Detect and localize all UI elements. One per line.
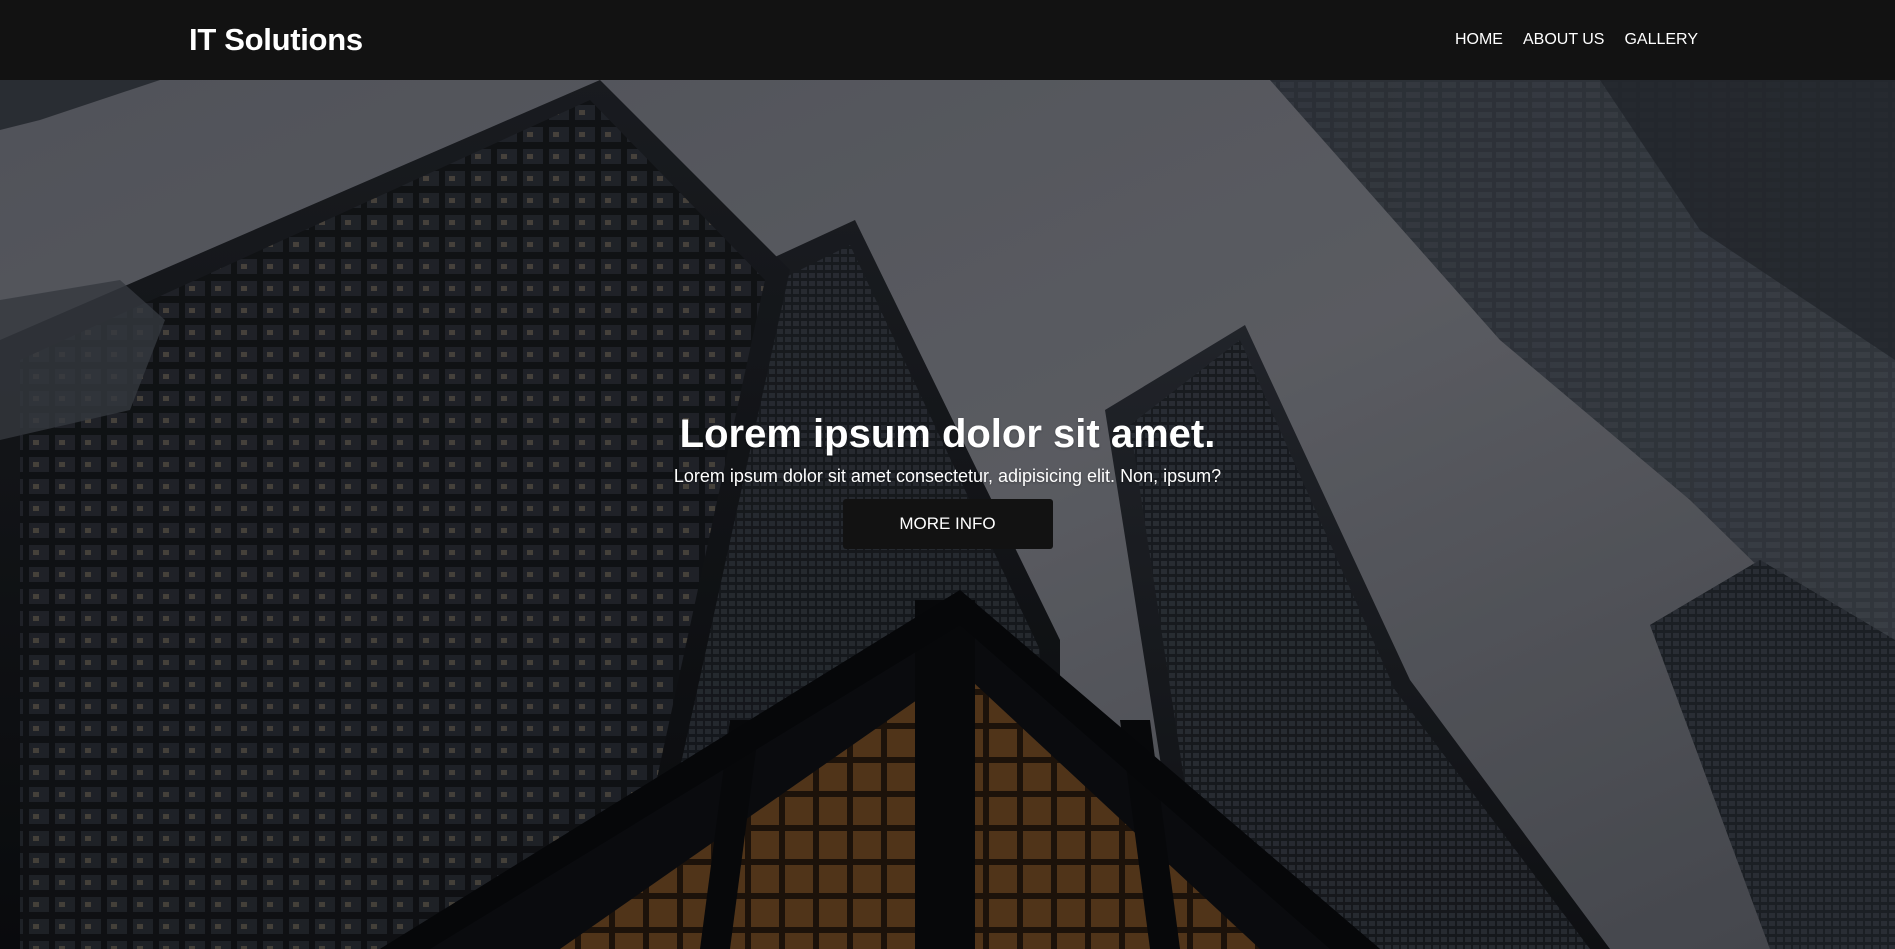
site-header: IT Solutions HOME ABOUT US GALLERY (0, 0, 1895, 80)
hero-content: Lorem ipsum dolor sit amet. Lorem ipsum … (0, 410, 1895, 549)
hero-title: Lorem ipsum dolor sit amet. (679, 412, 1216, 456)
site-brand[interactable]: IT Solutions (189, 22, 363, 58)
more-info-button[interactable]: MORE INFO (842, 498, 1053, 549)
nav-link-gallery[interactable]: GALLERY (1624, 31, 1698, 49)
nav-link-about-us[interactable]: ABOUT US (1523, 31, 1605, 49)
hero-section: Lorem ipsum dolor sit amet. Lorem ipsum … (0, 80, 1895, 949)
main-nav: HOME ABOUT US GALLERY (1455, 31, 1698, 49)
hero-subtitle: Lorem ipsum dolor sit amet consectetur, … (673, 466, 1222, 486)
nav-link-home[interactable]: HOME (1455, 31, 1503, 49)
